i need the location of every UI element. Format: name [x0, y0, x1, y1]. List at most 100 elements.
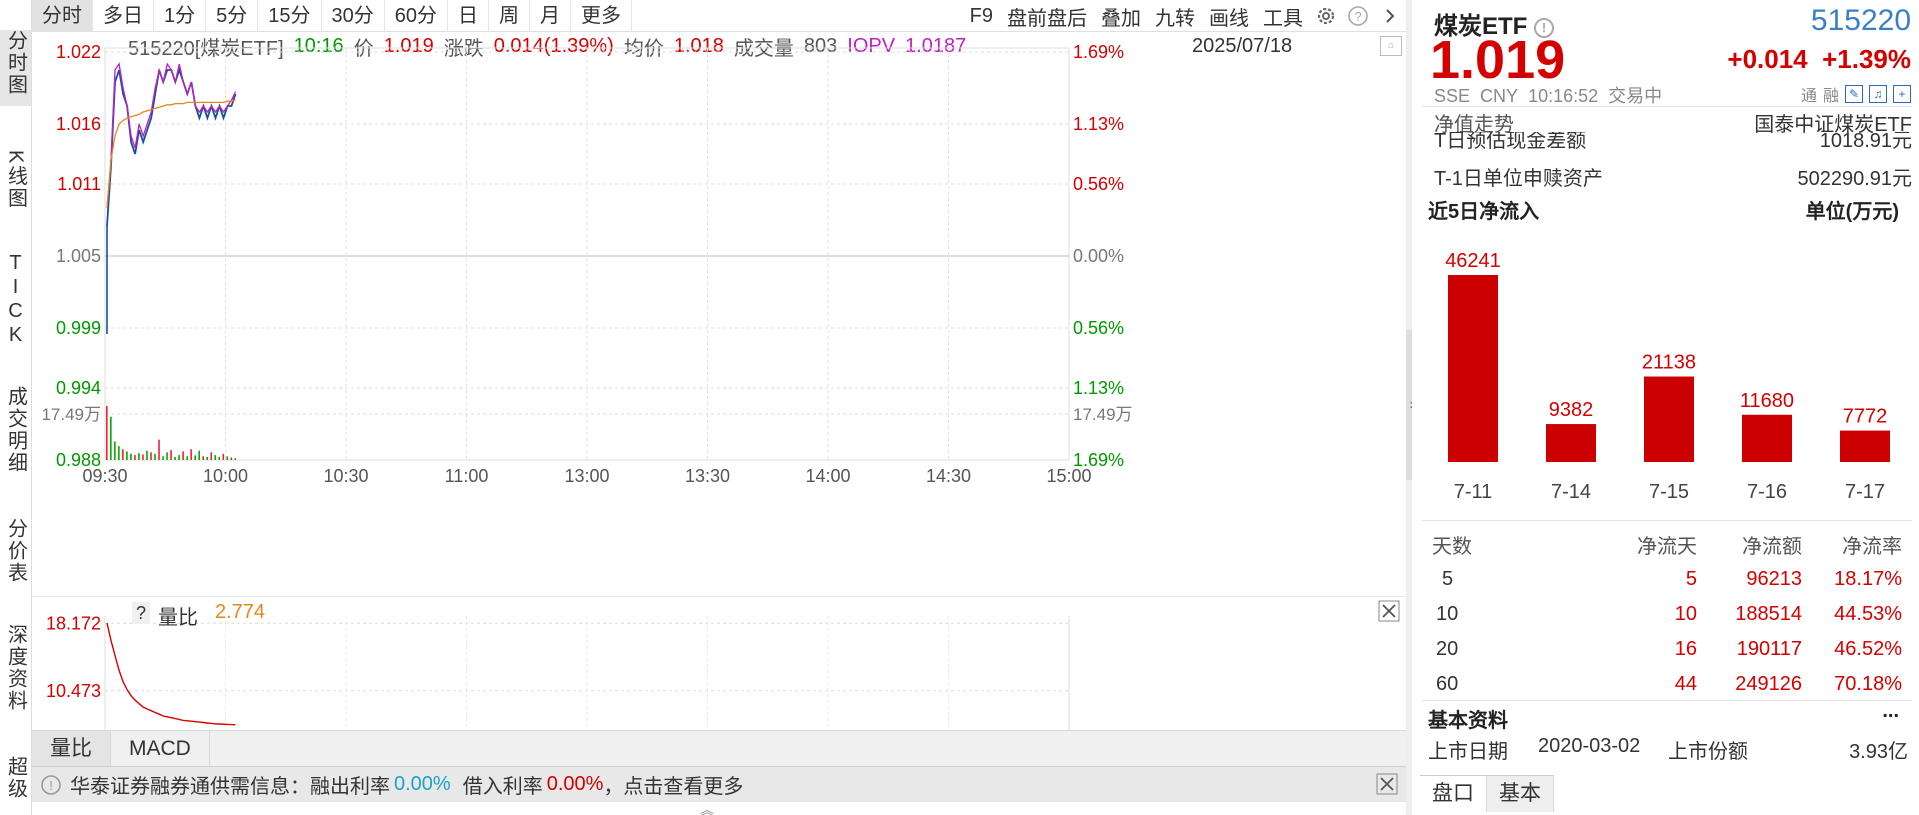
listing-date-value: 2020-03-02 — [1538, 735, 1641, 757]
trade-status: 交易中 — [1608, 86, 1663, 106]
overlay-button[interactable]: 叠加 — [1094, 2, 1148, 31]
netflow-bar-category: 7-16 — [1747, 481, 1787, 503]
vtab-intraday[interactable]: 分时图 — [0, 30, 31, 106]
intraday-chart[interactable]: 1.022 1.69% 1.016 1.13% 1.011 0.56% 1.005 0.00%… — [32, 32, 1406, 596]
table-row: 10 10 188514 44.53% — [1432, 597, 1902, 632]
gear-icon[interactable] — [1313, 3, 1339, 29]
tab-1min[interactable]: 1分 — [154, 0, 207, 32]
x-tick-label: 13:00 — [564, 466, 609, 486]
netflow-bar-value: 21138 — [1642, 352, 1696, 374]
series-line-1 — [106, 62, 237, 209]
y-tick-left: 1.016 — [56, 114, 101, 134]
table-header: 天数 净流天 净流额 净流率 — [1432, 527, 1902, 562]
tab-intraday[interactable]: 分时 — [32, 0, 93, 32]
add-icon[interactable]: + — [1893, 85, 1911, 103]
draw-line-button[interactable]: 画线 — [1202, 2, 1256, 31]
basic-info-title: 基本资料 — [1428, 710, 1508, 732]
tools-button[interactable]: 工具 — [1256, 2, 1310, 31]
notice-rate2: 0.00% — [546, 773, 604, 795]
vtab-depth[interactable]: 深度资料 — [0, 624, 31, 734]
change-amount: +0.014 — [1727, 44, 1808, 74]
tab-15min[interactable]: 15分 — [258, 0, 322, 32]
col-flow-amount: 净流额 — [1742, 536, 1802, 558]
redemption-asset-value: 502290.91元 — [1797, 168, 1912, 190]
notice-suffix: ，点击查看更多 — [603, 776, 744, 798]
vtab-tick[interactable]: TICK — [0, 252, 31, 362]
y-tick-right: 0.56% — [1073, 174, 1124, 194]
notice-prefix: 华泰证券融券通供需信息：融出利率 — [70, 776, 390, 798]
basic-info-more[interactable]: ... — [1882, 700, 1899, 723]
vtab-label: TICK — [4, 252, 27, 348]
cell-flow-rate: 44.53% — [1834, 603, 1902, 625]
tab-orderbook[interactable]: 盘口 — [1420, 776, 1487, 812]
cash-diff-row: T日预估现金差额 1018.91元 — [1434, 132, 1912, 150]
tab-multiday[interactable]: 多日 — [93, 0, 154, 32]
separator — [1422, 106, 1912, 107]
y-tick-left: 1.005 — [56, 246, 101, 266]
separator — [1422, 520, 1912, 521]
tab-week[interactable]: 周 — [489, 0, 530, 32]
notice-close-icon[interactable] — [1376, 773, 1398, 795]
tab-60min[interactable]: 60分 — [385, 0, 448, 32]
vtab-super[interactable]: 超级 — [0, 756, 31, 814]
vtab-price-table[interactable]: 分价表 — [0, 518, 31, 600]
y-tick-right: 1.69% — [1073, 42, 1124, 62]
nine-turn-button[interactable]: 九转 — [1148, 2, 1202, 31]
netflow-bar-category: 7-17 — [1845, 481, 1885, 503]
tab-macd[interactable]: MACD — [111, 731, 210, 767]
edit-icon[interactable]: ✎ — [1845, 85, 1863, 103]
left-nav: 分时图 K线图 TICK 成交明细 分价表 深度资料 超级 — [0, 0, 32, 815]
security-code: 515220 — [1810, 4, 1911, 37]
margin-notice-bar[interactable]: ! 华泰证券融券通供需信息：融出利率 0.00% 借入利率 0.00% ，点击查… — [32, 766, 1406, 802]
prepost-button[interactable]: 盘前盘后 — [1000, 2, 1094, 31]
netflow-bar-value: 9382 — [1549, 399, 1594, 421]
netflow-bar-value: 46241 — [1445, 250, 1501, 272]
vtab-label: 深度资料 — [4, 624, 27, 712]
chevron-right-icon[interactable] — [1377, 3, 1403, 29]
y-tick-right: 0.00% — [1073, 246, 1124, 266]
tab-30min[interactable]: 30分 — [322, 0, 385, 32]
x-tick-label: 13:30 — [685, 466, 730, 486]
y-tick-right: 1.13% — [1073, 114, 1124, 134]
app-window: 分时图 K线图 TICK 成交明细 分价表 深度资料 超级 分时 多日 1分 5… — [0, 0, 1919, 815]
cell-flow-amount: 249126 — [1735, 673, 1802, 695]
help-icon[interactable]: ? — [1345, 3, 1371, 29]
cell-days: 60 — [1436, 673, 1459, 695]
period-toolbar: 分时 多日 1分 5分 15分 30分 60分 日 周 月 更多 F9 盘前盘后… — [32, 0, 1406, 32]
subchart-y-tick: 10.473 — [46, 681, 101, 701]
tab-more[interactable]: 更多 — [571, 0, 632, 32]
vtab-label: K线图 — [4, 150, 27, 210]
tab-basic[interactable]: 基本 — [1487, 776, 1554, 812]
tab-volume-ratio[interactable]: 量比 — [32, 731, 111, 767]
netflow-bar — [1448, 275, 1498, 462]
vtab-kline[interactable]: K线图 — [0, 150, 31, 230]
y-tick-left: 1.011 — [57, 174, 101, 194]
quote-meta: SSE CNY 10:16:52 交易中 — [1434, 82, 1662, 108]
cell-flow-days: 10 — [1674, 603, 1697, 625]
col-flow-rate: 净流率 — [1842, 536, 1902, 558]
f9-button[interactable]: F9 — [963, 5, 1000, 28]
bell-icon[interactable]: ♫ — [1869, 85, 1887, 103]
subchart-help-button[interactable]: ? — [132, 602, 150, 624]
tab-5min[interactable]: 5分 — [206, 0, 259, 32]
quote-time: 10:16:52 — [1528, 86, 1599, 106]
expand-up-icon[interactable]: ︽ — [700, 800, 714, 815]
y-tick-left: 1.022 — [56, 42, 101, 62]
market: SSE — [1434, 86, 1471, 106]
subchart-close-icon[interactable] — [1378, 600, 1400, 622]
redemption-asset-row: T-1日单位申赎资产 502290.91元 — [1434, 162, 1912, 191]
vtab-trades[interactable]: 成交明细 — [0, 386, 31, 494]
volume-tick-left: 17.49万 — [41, 405, 101, 424]
cell-flow-rate: 46.52% — [1834, 638, 1902, 660]
redemption-asset-label: T-1日单位申赎资产 — [1434, 168, 1603, 190]
netflow-bar — [1840, 430, 1890, 462]
tab-month[interactable]: 月 — [530, 0, 571, 32]
subchart-y-tick: 18.172 — [46, 613, 101, 633]
x-tick-label: 14:00 — [805, 466, 850, 486]
tab-day[interactable]: 日 — [448, 0, 489, 32]
price-change: +0.014 +1.39% — [1727, 44, 1911, 75]
shares-value: 3.93亿 — [1849, 741, 1908, 763]
cell-flow-days: 16 — [1674, 638, 1697, 660]
netflow-bar-chart: 46241 7-11 9382 7-14 21138 7-15 11680 7-16 7772 7… — [1445, 250, 1890, 503]
netflow-bar-category: 7-15 — [1649, 481, 1689, 503]
